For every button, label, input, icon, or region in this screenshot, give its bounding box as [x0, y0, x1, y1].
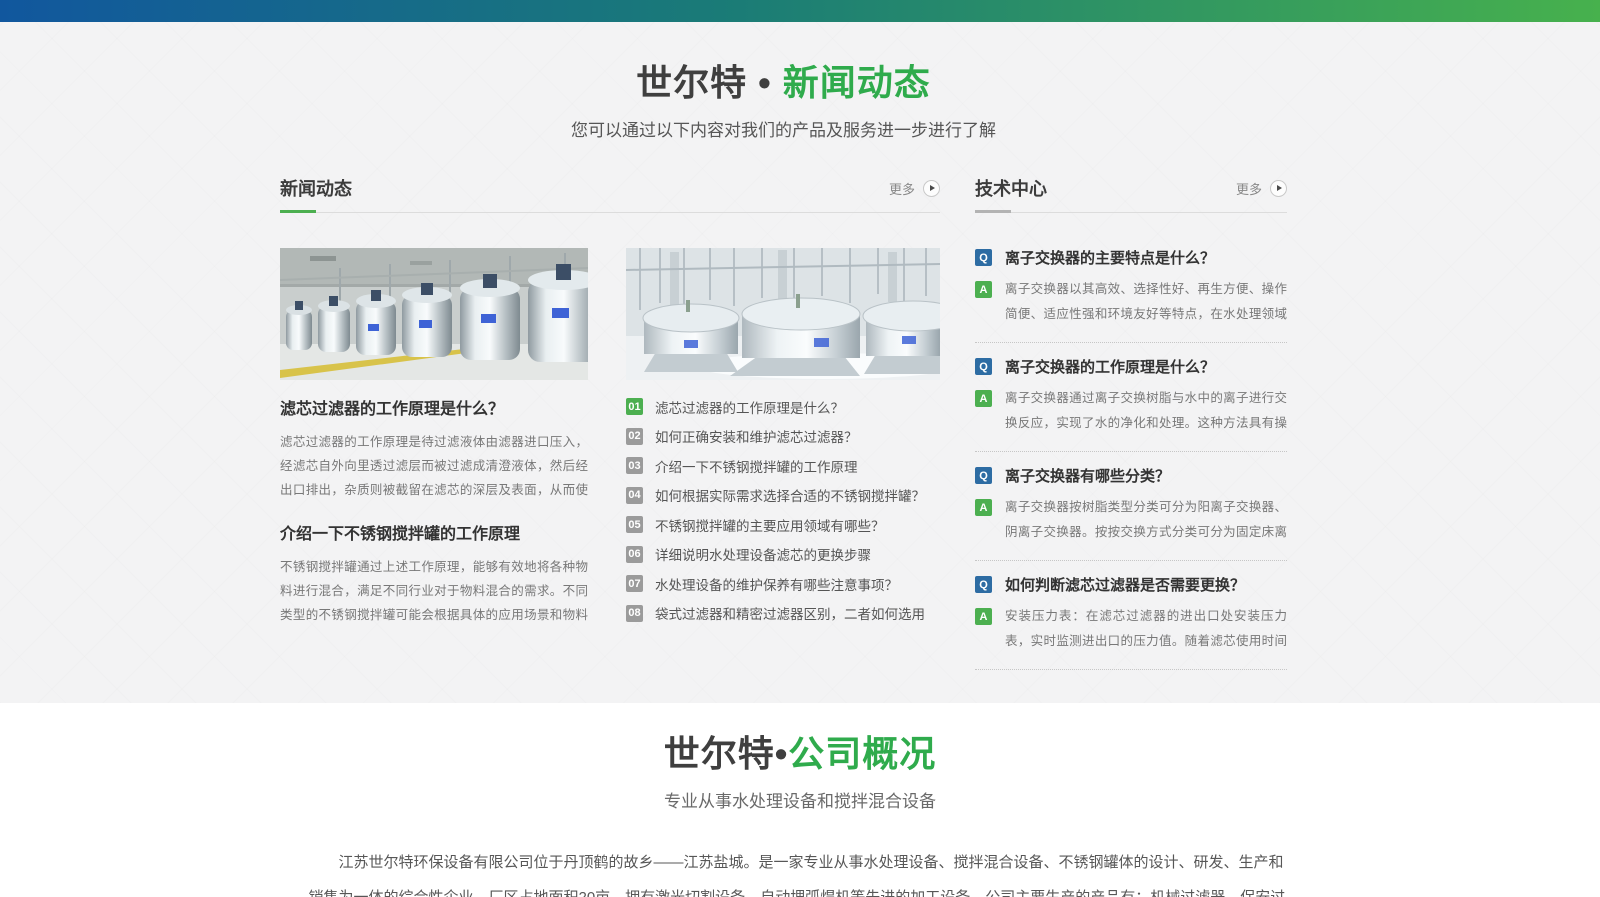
- tech-panel-rule: [975, 210, 1287, 213]
- qa-item-4: Q 如何判断滤芯过滤器是否需要更换？ A 安装压力表：在滤芯过滤器的进出口处安装…: [975, 574, 1287, 670]
- news-section-title: 世尔特 • 新闻动态: [280, 62, 1287, 104]
- news-photo-tank-row[interactable]: [280, 248, 588, 380]
- question-icon: Q: [975, 358, 992, 375]
- brand-name: 世尔特 •: [636, 62, 772, 103]
- qa-item-4-question[interactable]: Q 如何判断滤芯过滤器是否需要更换？: [975, 574, 1287, 595]
- news-list-title-8: 袋式过滤器和精密过滤器区别，二者如何选用: [655, 603, 925, 623]
- answer-icon: A: [975, 608, 992, 625]
- qa-item-1-question[interactable]: Q 离子交换器的主要特点是什么？: [975, 247, 1287, 268]
- question-icon: Q: [975, 467, 992, 484]
- qa-item-2-question[interactable]: Q 离子交换器的工作原理是什么？: [975, 356, 1287, 377]
- news-list: 01 滤芯过滤器的工作原理是什么？ 02 如何正确安装和维护滤芯过滤器？ 03 …: [626, 392, 940, 628]
- news-section-head: 世尔特 • 新闻动态 您可以通过以下内容对我们的产品及服务进一步进行了解: [280, 22, 1287, 141]
- company-overview-section: 世尔特•公司概况 专业从事水处理设备和搅拌混合设备 江苏世尔特环保设备有限公司位…: [0, 703, 1600, 897]
- question-icon: Q: [975, 576, 992, 593]
- news-list-item-5[interactable]: 05 不锈钢搅拌罐的主要应用领域有哪些？: [626, 510, 940, 540]
- qa-item-3-question-title: 离子交换器有哪些分类？: [1005, 465, 1170, 486]
- news-more-label: 更多: [889, 179, 915, 198]
- qa-item-1-question-title: 离子交换器的主要特点是什么？: [1005, 247, 1215, 268]
- news-list-title-1: 滤芯过滤器的工作原理是什么？: [655, 397, 844, 417]
- arrow-right-circle-icon: [1270, 180, 1287, 197]
- news-list-item-1[interactable]: 01 滤芯过滤器的工作原理是什么？: [626, 392, 940, 422]
- rank-badge-05: 05: [626, 516, 643, 533]
- about-section-title-highlight: 公司概况: [788, 733, 936, 774]
- rank-badge-03: 03: [626, 457, 643, 474]
- news-list-title-2: 如何正确安装和维护滤芯过滤器？: [655, 426, 858, 446]
- rank-badge-08: 08: [626, 605, 643, 622]
- news-list-item-8[interactable]: 08 袋式过滤器和精密过滤器区别，二者如何选用: [626, 599, 940, 629]
- qa-item-4-answer-text: 安装压力表：在滤芯过滤器的进出口处安装压力表，实时监测进出口的压力值。随着滤芯使…: [1005, 604, 1287, 654]
- news-tech-section: 世尔特 • 新闻动态 您可以通过以下内容对我们的产品及服务进一步进行了解 新闻动…: [0, 22, 1600, 703]
- qa-item-3-question[interactable]: Q 离子交换器有哪些分类？: [975, 465, 1287, 486]
- qa-item-2: Q 离子交换器的工作原理是什么？ A 离子交换器通过离子交换树脂与水中的离子进行…: [975, 356, 1287, 452]
- news-article-2-excerpt: 不锈钢搅拌罐通过上述工作原理，能够有效地将各种物料进行混合，满足不同行业对于物料…: [280, 555, 588, 627]
- news-list-title-3: 介绍一下不锈钢搅拌罐的工作原理: [655, 456, 858, 476]
- brand-name: 世尔特•: [664, 733, 789, 774]
- news-panel: 新闻动态 更多: [280, 177, 940, 683]
- company-intro-paragraph: 江苏世尔特环保设备有限公司位于丹顶鹤的故乡——江苏盐城。是一家专业从事水处理设备…: [309, 845, 1292, 897]
- news-photo-reactor-vessels[interactable]: [626, 248, 940, 380]
- qa-item-1: Q 离子交换器的主要特点是什么？ A 离子交换器以其高效、选择性好、再生方便、操…: [975, 247, 1287, 343]
- news-list-title-7: 水处理设备的维护保养有哪些注意事项？: [655, 574, 898, 594]
- news-article-1-title[interactable]: 滤芯过滤器的工作原理是什么？: [280, 395, 588, 419]
- tech-more-link[interactable]: 更多: [1236, 179, 1287, 198]
- news-list-item-4[interactable]: 04 如何根据实际需求选择合适的不锈钢搅拌罐？: [626, 481, 940, 511]
- rank-badge-06: 06: [626, 546, 643, 563]
- news-list-title-5: 不锈钢搅拌罐的主要应用领域有哪些？: [655, 515, 885, 535]
- rank-badge-02: 02: [626, 428, 643, 445]
- news-article-2[interactable]: 介绍一下不锈钢搅拌罐的工作原理 不锈钢搅拌罐通过上述工作原理，能够有效地将各种物…: [280, 520, 588, 627]
- news-article-1-excerpt: 滤芯过滤器的工作原理是待过滤液体由滤器进口压入，经滤芯自外向里透过滤层而被过滤成…: [280, 430, 588, 502]
- news-more-link[interactable]: 更多: [889, 179, 940, 198]
- news-list-item-2[interactable]: 02 如何正确安装和维护滤芯过滤器？: [626, 422, 940, 452]
- qa-item-4-question-title: 如何判断滤芯过滤器是否需要更换？: [1005, 574, 1245, 595]
- news-panel-rule: [280, 210, 940, 213]
- news-list-title-4: 如何根据实际需求选择合适的不锈钢搅拌罐？: [655, 485, 925, 505]
- news-list-item-3[interactable]: 03 介绍一下不锈钢搅拌罐的工作原理: [626, 451, 940, 481]
- qa-item-1-answer-text: 离子交换器以其高效、选择性好、再生方便、操作简便、适应性强和环境友好等特点，在水…: [1005, 277, 1287, 327]
- news-panel-title: 新闻动态: [280, 175, 352, 201]
- news-list-item-6[interactable]: 06 详细说明水处理设备滤芯的更换步骤: [626, 540, 940, 570]
- qa-item-2-answer-text: 离子交换器通过离子交换树脂与水中的离子进行交换反应，实现了水的净化和处理。这种方…: [1005, 386, 1287, 436]
- answer-icon: A: [975, 281, 992, 298]
- news-article-2-title[interactable]: 介绍一下不锈钢搅拌罐的工作原理: [280, 520, 588, 544]
- top-gradient-bar: [0, 0, 1600, 22]
- qa-item-3-answer-text: 离子交换器按树脂类型分类可分为阳离子交换器、阴离子交换器。按按交换方式分类可分为…: [1005, 495, 1287, 545]
- rank-badge-01: 01: [626, 398, 643, 415]
- qa-list: Q 离子交换器的主要特点是什么？ A 离子交换器以其高效、选择性好、再生方便、操…: [975, 247, 1287, 670]
- news-section-subtitle: 您可以通过以下内容对我们的产品及服务进一步进行了解: [280, 116, 1287, 141]
- tech-more-label: 更多: [1236, 179, 1262, 198]
- qa-item-2-question-title: 离子交换器的工作原理是什么？: [1005, 356, 1215, 377]
- about-section-subtitle: 专业从事水处理设备和搅拌混合设备: [0, 787, 1600, 812]
- answer-icon: A: [975, 390, 992, 407]
- answer-icon: A: [975, 499, 992, 516]
- arrow-right-circle-icon: [923, 180, 940, 197]
- news-list-item-7[interactable]: 07 水处理设备的维护保养有哪些注意事项？: [626, 569, 940, 599]
- news-list-title-6: 详细说明水处理设备滤芯的更换步骤: [655, 544, 871, 564]
- tech-panel-title: 技术中心: [975, 175, 1047, 201]
- about-section-title: 世尔特•公司概况: [0, 733, 1600, 775]
- question-icon: Q: [975, 249, 992, 266]
- news-section-title-highlight: 新闻动态: [783, 62, 931, 103]
- tech-center-panel: 技术中心 更多 Q 离子交换器的主要特点是什么？ A: [975, 177, 1287, 683]
- qa-item-3: Q 离子交换器有哪些分类？ A 离子交换器按树脂类型分类可分为阳离子交换器、阴离…: [975, 465, 1287, 561]
- rank-badge-04: 04: [626, 487, 643, 504]
- news-article-1[interactable]: 滤芯过滤器的工作原理是什么？ 滤芯过滤器的工作原理是待过滤液体由滤器进口压入，经…: [280, 395, 588, 502]
- rank-badge-07: 07: [626, 575, 643, 592]
